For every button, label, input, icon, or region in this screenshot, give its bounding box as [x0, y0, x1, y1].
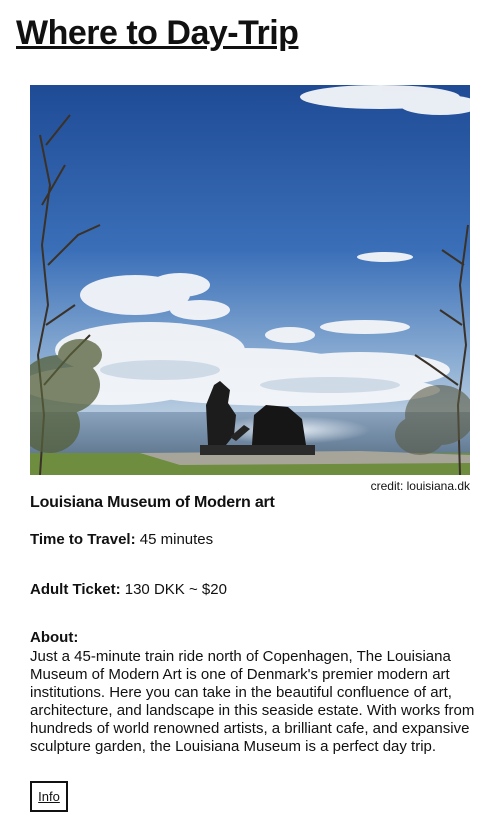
travel-time-value: 45 minutes: [139, 531, 214, 548]
travel-time-label: Time to Travel:: [30, 531, 136, 548]
adult-ticket: Adult Ticket: 130 DKK ~ $20: [30, 581, 227, 598]
adult-ticket-value: 130 DKK ~ $20: [124, 581, 227, 598]
travel-time: Time to Travel: 45 minutes: [30, 531, 213, 548]
page-title: Where to Day-Trip: [16, 14, 299, 52]
info-button[interactable]: Info: [30, 781, 68, 812]
museum-name: Louisiana Museum of Modern art: [30, 494, 275, 511]
about-text: Just a 45-minute train ride north of Cop…: [30, 648, 475, 755]
museum-photo: [30, 85, 470, 475]
photo-credit: credit: louisiana.dk: [370, 479, 470, 493]
adult-ticket-label: Adult Ticket:: [30, 581, 121, 598]
about-label: About:: [30, 629, 79, 646]
